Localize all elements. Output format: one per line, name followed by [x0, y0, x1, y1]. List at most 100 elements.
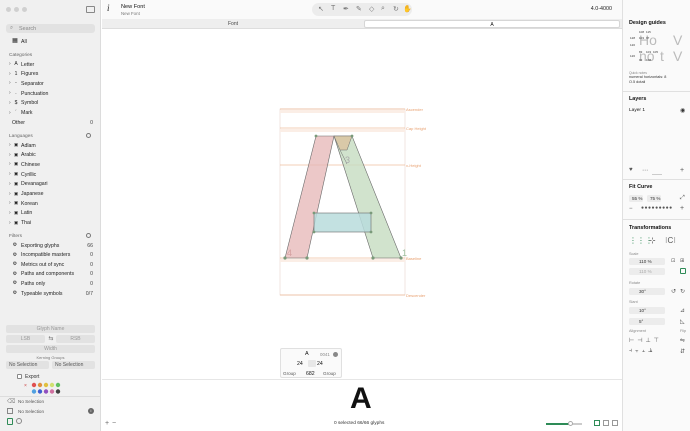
rsb-field[interactable]: RSB — [56, 335, 95, 343]
plus-icon[interactable]: + — [680, 205, 684, 212]
chevron-right-icon[interactable]: › — [9, 90, 11, 96]
glyph-left-stem[interactable] — [284, 135, 335, 259]
more-icon[interactable]: ⋯ — [642, 167, 648, 174]
list-view-icon[interactable] — [603, 420, 609, 426]
slant-x-icon[interactable]: ⊿ — [680, 307, 685, 314]
chevron-right-icon[interactable]: › — [9, 80, 11, 86]
sidebar-item-category[interactable]: › A Letter — [9, 60, 93, 69]
flip-horizontal-icon[interactable]: ⇋ — [680, 337, 685, 344]
window-zoom-button[interactable] — [22, 7, 27, 12]
sidebar-item-language[interactable]: › ▣ Arabic — [9, 151, 93, 160]
link-metrics-icon[interactable]: ⇆ — [47, 335, 55, 343]
sidebar-item-language[interactable]: › ▣ Chinese — [9, 160, 93, 169]
heart-icon[interactable]: ♥ — [629, 167, 633, 173]
pen-tool-icon[interactable]: ✒ — [343, 5, 349, 13]
glyph-canvas[interactable]: Ascender Cap Height x-Height Baseline De… — [102, 30, 622, 379]
left-kerning-group-field[interactable]: No Selection — [6, 361, 49, 369]
slant-x-field[interactable]: 10° — [629, 307, 665, 314]
scale-link-icon[interactable] — [680, 268, 686, 274]
sidebar-item-language[interactable]: › ▣ Latin — [9, 209, 93, 218]
sidebar-item-filter[interactable]: ⚙ Typeable symbols 0/7 — [9, 289, 93, 298]
chevron-right-icon[interactable]: › — [9, 142, 11, 148]
rotate-cw-icon[interactable]: ↻ — [680, 288, 685, 295]
eye-icon[interactable]: ◉ — [680, 107, 685, 114]
node[interactable] — [369, 230, 373, 234]
chevron-right-icon[interactable]: › — [9, 191, 11, 197]
glyph-crossbar[interactable] — [313, 212, 372, 233]
scale-up-icon[interactable]: ⊞ — [680, 258, 684, 264]
export-checkbox[interactable] — [17, 374, 22, 379]
detail-view-icon[interactable] — [612, 420, 618, 426]
fit-curve-apply-icon[interactable]: ⤢ — [680, 195, 685, 202]
sidebar-item-other[interactable]: Other 0 — [9, 118, 93, 127]
sidebar-item-category[interactable]: ›. Punctuation — [9, 89, 93, 98]
sidebar-item-language[interactable]: › ▣ Japanese — [9, 190, 93, 199]
sidebar-item-filter[interactable]: ⚙ Exporting glyphs 66 — [9, 241, 93, 250]
add-filter-icon[interactable] — [86, 233, 91, 238]
slant-y-icon[interactable]: ◺ — [680, 318, 685, 325]
glyph-info-lsb[interactable]: 24 — [297, 361, 303, 367]
fit-curve-max-field[interactable]: 75 % — [647, 195, 661, 202]
rotate-field[interactable]: 30° — [629, 288, 665, 295]
layer-item-1[interactable]: Layer 1 — [629, 108, 645, 113]
chevron-right-icon[interactable]: › — [9, 181, 11, 187]
rotate-ccw-icon[interactable]: ↺ — [671, 288, 676, 295]
chevron-right-icon[interactable]: › — [9, 152, 11, 158]
sidebar-item-category[interactable]: › $ Symbol — [9, 99, 93, 108]
window-close-button[interactable] — [6, 7, 11, 12]
slant-y-field[interactable]: 5° — [629, 318, 665, 325]
search-input[interactable]: ⌕ Search — [6, 24, 95, 33]
sidebar-item-language[interactable]: › ▣ Adlam — [9, 141, 93, 150]
origin-center-icon[interactable]: ⁝C⁝ — [665, 236, 676, 245]
sidebar-item-language[interactable]: › ▣ Thai — [9, 219, 93, 228]
scale-down-icon[interactable]: ⊡ — [671, 258, 675, 264]
sidebar-item-all[interactable]: ▦ All — [9, 37, 93, 46]
sidebar-item-filter[interactable]: ⚙ Paths and components 0 — [9, 270, 93, 279]
sidebar-item-language[interactable]: › ▣ Devanagari — [9, 180, 93, 189]
tab-font[interactable]: Font — [104, 20, 362, 28]
shape-tool-icon[interactable]: ◇ — [369, 5, 374, 13]
color-swatch[interactable] — [49, 389, 55, 394]
color-swatch[interactable] — [55, 382, 61, 388]
color-swatch[interactable] — [31, 382, 37, 388]
info-italic-icon[interactable]: i — [107, 3, 110, 13]
chevron-right-icon[interactable]: › — [9, 61, 11, 67]
chevron-right-icon[interactable]: › — [9, 100, 11, 106]
align-buttons-row-1[interactable]: ⊢⊣⊥⊤ — [629, 337, 662, 344]
info-icon[interactable]: i — [88, 408, 94, 414]
origin-cross-icon[interactable]: ⊹ — [649, 236, 656, 245]
tab-glyph-a[interactable]: A — [364, 20, 620, 28]
remove-icon[interactable]: − — [112, 420, 116, 427]
node[interactable] — [305, 256, 309, 260]
node[interactable] — [312, 211, 316, 215]
node[interactable] — [312, 230, 316, 234]
chevron-right-icon[interactable]: › — [9, 71, 11, 77]
sidebar-item-category[interactable]: › ´ Mark — [9, 109, 93, 118]
glyph-info-rsb[interactable]: 24 — [317, 361, 323, 367]
node[interactable] — [371, 256, 375, 260]
sidebar-item-filter[interactable]: ⚙ Metrics out of sync 0 — [9, 260, 93, 269]
glyph-info-width[interactable]: 682 — [306, 371, 315, 377]
fit-curve-slider[interactable]: ●●●●●●●●● — [641, 205, 673, 211]
settings-icon[interactable] — [16, 418, 22, 424]
sidebar-item-category[interactable]: › 1 Figures — [9, 70, 93, 79]
chevron-right-icon[interactable]: › — [9, 220, 11, 226]
zoom-slider-handle[interactable] — [568, 421, 573, 426]
clear-color-icon[interactable]: × — [24, 383, 27, 389]
sidebar-item-filter[interactable]: ⚙ Paths only 0 — [9, 279, 93, 288]
flip-vertical-icon[interactable]: ⇵ — [680, 348, 685, 355]
scale-y-field[interactable]: 110 % — [629, 268, 665, 275]
node[interactable] — [314, 134, 318, 138]
chevron-right-icon[interactable]: › — [9, 200, 11, 206]
glyph-name-field[interactable]: Glyph Name — [6, 325, 95, 333]
chevron-right-icon[interactable]: › — [9, 171, 11, 177]
glyph-info-icon[interactable] — [333, 351, 338, 357]
lsb-field[interactable]: LSB — [6, 335, 45, 343]
width-field[interactable]: Width — [6, 345, 95, 353]
align-buttons-row-2[interactable]: ⫞⫟⫠⫡ — [629, 348, 655, 355]
color-swatch[interactable] — [43, 389, 49, 394]
sidebar-item-language[interactable]: › ▣ Cyrillic — [9, 170, 93, 179]
rotate-tool-icon[interactable]: ↻ — [393, 5, 399, 13]
add-language-icon[interactable] — [86, 133, 91, 138]
text-tool-icon[interactable]: T — [331, 5, 335, 12]
